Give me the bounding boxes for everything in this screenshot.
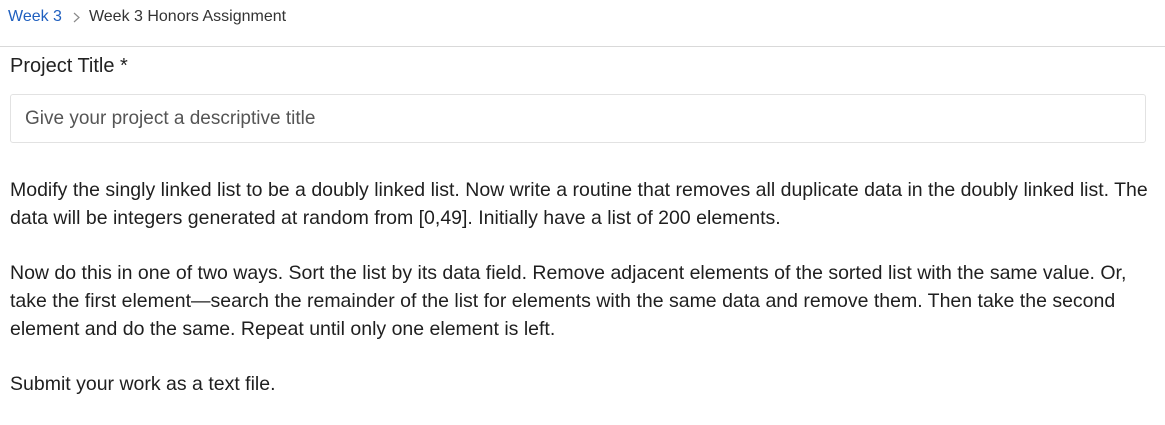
project-title-input[interactable]	[10, 94, 1146, 143]
breadcrumb-link-week-3[interactable]: Week 3	[8, 8, 62, 26]
instruction-paragraph: Submit your work as a text file.	[10, 373, 276, 395]
project-title-label: Project Title *	[10, 55, 128, 77]
header-divider	[0, 46, 1165, 47]
instruction-paragraph: Now do this in one of two ways. Sort the…	[10, 262, 1127, 340]
chevron-right-icon	[73, 12, 80, 23]
instruction-paragraph: Modify the singly linked list to be a do…	[10, 179, 1148, 229]
breadcrumb-current-page: Week 3 Honors Assignment	[88, 8, 287, 25]
breadcrumb: Week 3 Week 3 Honors Assignment	[8, 6, 286, 28]
assignment-instructions: Modify the singly linked list to be a do…	[10, 176, 1160, 425]
